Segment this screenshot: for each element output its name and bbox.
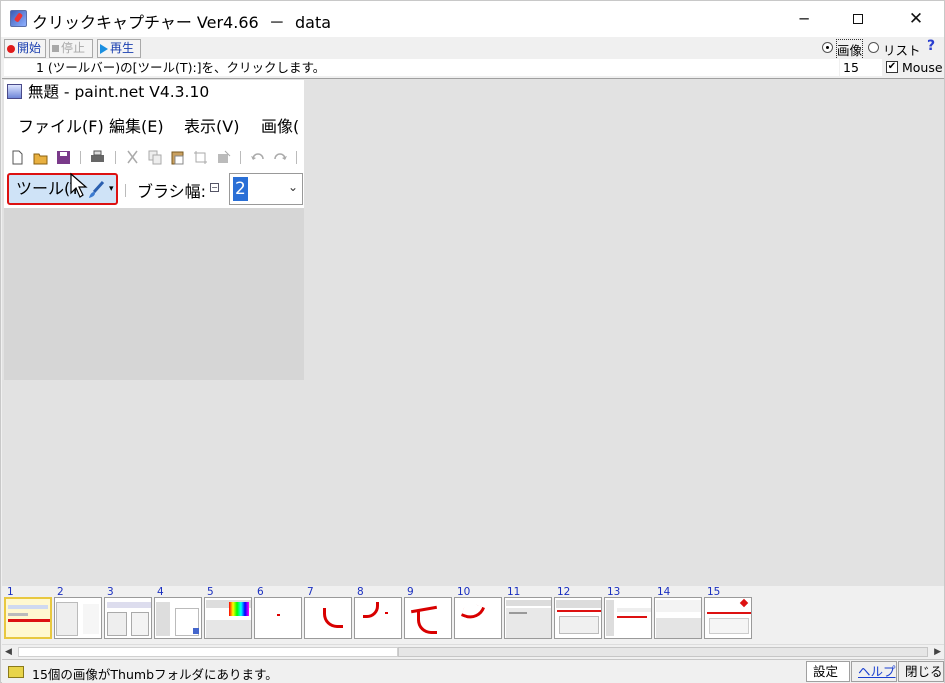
thumbnail[interactable]: [54, 597, 102, 639]
toolbar-separator: [80, 151, 81, 164]
paintnet-icon-toolbar: [4, 142, 304, 172]
thumbnail[interactable]: [504, 597, 552, 639]
close-icon: ✕: [908, 9, 924, 29]
thumbnail[interactable]: [454, 597, 502, 639]
stop-button[interactable]: 停止: [49, 39, 93, 58]
paste-icon: [171, 151, 184, 165]
paintnet-icon: [7, 84, 22, 99]
scrollbar-track[interactable]: [398, 647, 928, 657]
settings-button[interactable]: 設定: [806, 661, 850, 682]
folder-icon[interactable]: [8, 666, 24, 678]
window-title: クリックキャプチャー Ver4.66 － data: [32, 13, 332, 32]
toolbar-separator: [125, 184, 126, 197]
stop-icon: [52, 45, 59, 52]
save-icon: [57, 151, 70, 164]
close-app-button[interactable]: 閉じる: [898, 661, 944, 682]
title-bar: クリックキャプチャー Ver4.66 － data ─ ✕: [1, 1, 944, 37]
redo-icon: [274, 153, 287, 160]
thumbnail[interactable]: [704, 597, 752, 639]
tool-menu-button: ツール(T ▾: [7, 173, 118, 205]
mouse-pointer-icon: [70, 172, 88, 198]
minimize-icon: ─: [799, 10, 809, 28]
dropdown-arrow-icon: ▾: [109, 184, 114, 194]
chevron-down-icon: ⌄: [287, 180, 298, 194]
thumbnail[interactable]: [304, 597, 352, 639]
thumbnail-strip: 1 2 3 4 5 6 7 8 9 10 11 12 13 14 15: [2, 586, 944, 643]
menu-view: 表示(V): [184, 117, 240, 136]
help-link[interactable]: ヘルプ: [851, 661, 897, 682]
record-icon: [7, 44, 15, 53]
thumbnail[interactable]: [654, 597, 702, 639]
mouse-label: Mouse: [902, 60, 943, 75]
stop-label: 停止: [61, 41, 86, 55]
toolbar: 開始 停止 再生 画像 リスト ?: [1, 38, 944, 60]
thumbnail[interactable]: [404, 597, 452, 639]
close-button[interactable]: ✕: [893, 1, 939, 37]
cut-icon: [127, 150, 138, 164]
deselect-icon: [218, 150, 231, 163]
app-icon: [10, 10, 27, 27]
scroll-left-icon[interactable]: ◀: [5, 647, 12, 657]
play-icon: [100, 43, 108, 54]
horizontal-scrollbar[interactable]: ◀ ▶: [2, 644, 944, 658]
copy-icon: [148, 150, 162, 165]
brush-width-value: 2: [233, 177, 248, 201]
thumbnail[interactable]: [154, 597, 202, 639]
view-image-radio[interactable]: [822, 42, 833, 53]
undo-icon: [251, 153, 264, 160]
paintnet-tool-bar: ツール(T ▾ ブラシ幅: − 2 ⌄: [4, 172, 304, 208]
paintnet-menu-bar: ファイル(F) 編集(E) 表示(V) 画像(: [4, 104, 304, 142]
thumbnail[interactable]: [554, 597, 602, 639]
help-icon[interactable]: ?: [927, 38, 935, 54]
maximize-icon: [853, 14, 863, 24]
toolbar-separator: [115, 151, 116, 164]
status-message: 15個の画像がThumbフォルダにあります。: [32, 667, 278, 682]
menu-image: 画像(: [261, 117, 300, 136]
toolbar-separator: [240, 151, 241, 164]
thumbnail[interactable]: [104, 597, 152, 639]
play-button[interactable]: 再生: [97, 39, 141, 58]
toolbar-separator: [296, 151, 297, 164]
view-image-label[interactable]: 画像: [835, 39, 864, 60]
step-description[interactable]: 1 (ツールバー)の[ツール(T):]を、クリックします。: [4, 59, 839, 76]
preview-area: 無題 - paint.net V4.3.10 ファイル(F) 編集(E) 表示(…: [2, 78, 944, 586]
mouse-checkbox[interactable]: ✔: [886, 61, 898, 73]
maximize-button[interactable]: [835, 1, 881, 37]
new-file-icon: [12, 150, 23, 165]
brush-width-label: ブラシ幅:: [137, 182, 207, 201]
thumbnail[interactable]: [254, 597, 302, 639]
thumbnail[interactable]: [204, 597, 252, 639]
open-folder-icon: [33, 153, 48, 165]
captured-screenshot: 無題 - paint.net V4.3.10 ファイル(F) 編集(E) 表示(…: [4, 80, 304, 380]
start-label: 開始: [17, 41, 42, 55]
thumbnail[interactable]: [4, 597, 52, 639]
menu-file: ファイル(F): [18, 117, 104, 136]
count-field[interactable]: 15: [840, 59, 882, 76]
crop-icon: [194, 151, 207, 164]
decrease-icon: −: [210, 183, 219, 192]
menu-edit: 編集(E): [109, 117, 164, 136]
thumbnail[interactable]: [604, 597, 652, 639]
play-label: 再生: [110, 41, 135, 55]
paintnet-title-bar: 無題 - paint.net V4.3.10: [4, 80, 304, 104]
scroll-right-icon[interactable]: ▶: [934, 647, 941, 657]
paintnet-title: 無題 - paint.net V4.3.10: [28, 83, 210, 101]
status-bar: 15個の画像がThumbフォルダにあります。 設定 ヘルプ 閉じる: [2, 659, 944, 683]
info-row: 1 (ツールバー)の[ツール(T):]を、クリックします。 15 ✔ Mouse: [1, 59, 944, 77]
minimize-button[interactable]: ─: [781, 1, 827, 37]
start-button[interactable]: 開始: [4, 39, 46, 58]
brush-width-select: 2 ⌄: [229, 173, 303, 205]
view-list-radio[interactable]: [868, 42, 879, 53]
view-list-label[interactable]: リスト: [883, 40, 921, 59]
print-icon: [91, 150, 104, 162]
click-capture-window: クリックキャプチャー Ver4.66 － data ─ ✕ 開始 停止 再生 画…: [0, 0, 945, 683]
scrollbar-thumb[interactable]: [18, 647, 398, 657]
thumbnail[interactable]: [354, 597, 402, 639]
